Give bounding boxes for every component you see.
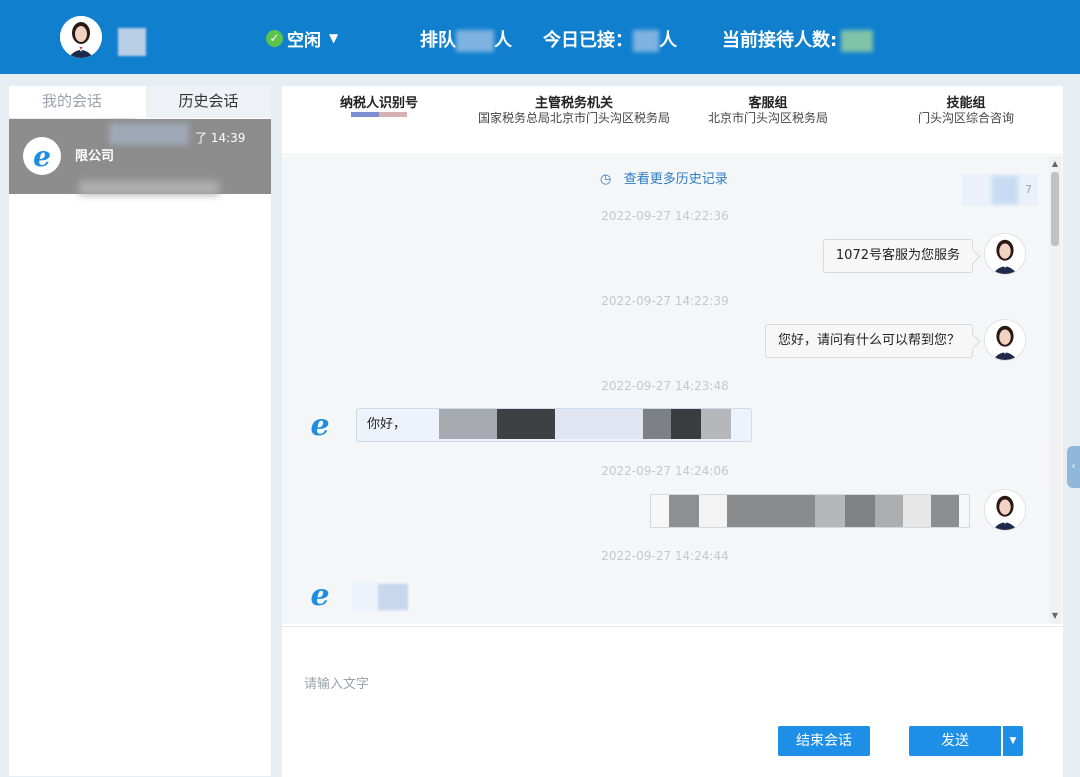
scroll-down-icon[interactable]: ▼	[1049, 610, 1061, 622]
info-service-group: 客服组 北京市门头沟区税务局	[698, 96, 838, 126]
chevron-down-icon: ▼	[329, 31, 339, 45]
queue-label: 排队	[420, 30, 456, 51]
scrollbar-thumb[interactable]	[1051, 172, 1059, 246]
today-label: 今日已接：	[543, 30, 633, 51]
timestamp: 2022-09-27 14:24:44	[601, 549, 729, 563]
scroll-up-icon[interactable]: ▲	[1049, 158, 1061, 170]
session-item[interactable]: e 限公司 了 14:39	[9, 119, 271, 195]
info-label: 技能组	[946, 96, 986, 111]
queue-count: 排队 人	[420, 26, 512, 52]
user-message-redacted	[352, 582, 408, 612]
status-dropdown[interactable]: ✓ 空闲 ▼	[266, 26, 339, 51]
agent-avatar	[984, 319, 1026, 361]
top-badge: 7	[962, 174, 1038, 206]
tab-my-sessions[interactable]: 我的会话	[9, 86, 135, 119]
waiting-label: 当前接待人数:	[722, 30, 838, 51]
agent-avatar[interactable]	[60, 16, 102, 58]
info-taxpayer-id: 纳税人识别号	[326, 96, 432, 117]
session-title-redacted	[109, 123, 189, 145]
message-input-area[interactable]: 请输入文字 结束会话 发送 ▼	[282, 626, 1063, 777]
more-history-link[interactable]: ◷ 查看更多历史记录	[600, 168, 728, 187]
check-icon: ✓	[266, 29, 283, 47]
end-session-button[interactable]: 结束会话	[778, 726, 870, 756]
queue-value-redacted	[456, 30, 494, 52]
ie-browser-icon: e	[310, 407, 330, 443]
timestamp: 2022-09-27 14:24:06	[601, 464, 729, 478]
session-panel: 我的会话 历史会话 e 限公司 了 14:39	[9, 86, 271, 776]
info-label: 主管税务机关	[534, 96, 613, 111]
info-skill-group: 技能组 门头沟区综合咨询	[902, 96, 1030, 126]
info-value: 门头沟区综合咨询	[917, 111, 1014, 125]
info-value: 北京市门头沟区税务局	[707, 111, 828, 125]
ie-browser-icon: e	[23, 137, 61, 175]
ie-browser-icon: e	[310, 577, 330, 613]
customer-info-bar: 纳税人识别号 主管税务机关 国家税务总局北京市门头沟区税务局 客服组 北京市门头…	[282, 86, 1063, 155]
queue-unit: 人	[494, 30, 512, 51]
today-value-redacted	[633, 30, 659, 52]
tab-history-sessions[interactable]: 历史会话	[146, 86, 271, 118]
session-time-value: 14:39	[210, 131, 246, 145]
collapse-panel-handle[interactable]: ‹	[1067, 446, 1080, 488]
chat-panel: 纳税人识别号 主管税务机关 国家税务总局北京市门头沟区税务局 客服组 北京市门头…	[282, 86, 1063, 777]
waiting-count: 当前接待人数:	[722, 26, 874, 52]
info-label: 客服组	[748, 96, 788, 111]
user-message-text: 你好，	[367, 417, 407, 432]
top-badge-text: 7	[1025, 183, 1032, 196]
agent-message: 您好，请问有什么可以帮到您？	[764, 324, 973, 358]
send-button[interactable]: 发送	[909, 726, 1001, 756]
agent-avatar	[984, 489, 1026, 531]
message-input-placeholder[interactable]: 请输入文字	[304, 673, 369, 692]
waiting-value-redacted	[841, 30, 874, 52]
message-scrollbar[interactable]: ▲ ▼	[1049, 156, 1061, 624]
timestamp: 2022-09-27 14:22:39	[601, 294, 729, 308]
session-preview-redacted	[79, 181, 219, 195]
send-options-chevron-icon[interactable]: ▼	[1003, 726, 1023, 756]
today-unit: 人	[659, 30, 677, 51]
status-label: 空闲	[287, 30, 321, 51]
top-bar: ✓ 空闲 ▼ 排队 人 今日已接： 人 当前接待人数:	[0, 0, 1080, 74]
timestamp: 2022-09-27 14:22:36	[601, 209, 729, 223]
timestamp: 2022-09-27 14:23:48	[601, 379, 729, 393]
message-list[interactable]: ◷ 查看更多历史记录 7 2022-09-27 14:22:36 1072号客服…	[282, 156, 1063, 624]
agent-name-redacted	[118, 28, 146, 56]
session-time-prefix: 了	[195, 131, 208, 145]
info-tax-authority: 主管税务机关 国家税务总局北京市门头沟区税务局	[474, 96, 674, 126]
info-label: 纳税人识别号	[339, 96, 418, 111]
agent-avatar	[984, 233, 1026, 275]
more-history-label: 查看更多历史记录	[623, 172, 728, 187]
taxpayer-id-redacted	[351, 112, 407, 117]
session-company-name: 限公司	[75, 149, 115, 164]
info-value: 国家税务总局北京市门头沟区税务局	[477, 111, 670, 125]
agent-message-redacted	[650, 494, 970, 528]
user-message: 你好，	[356, 408, 752, 442]
session-time: 了 14:39	[195, 129, 245, 146]
agent-message: 1072号客服为您服务	[822, 239, 973, 273]
clock-icon: ◷	[600, 172, 612, 187]
today-count: 今日已接： 人	[543, 26, 677, 52]
